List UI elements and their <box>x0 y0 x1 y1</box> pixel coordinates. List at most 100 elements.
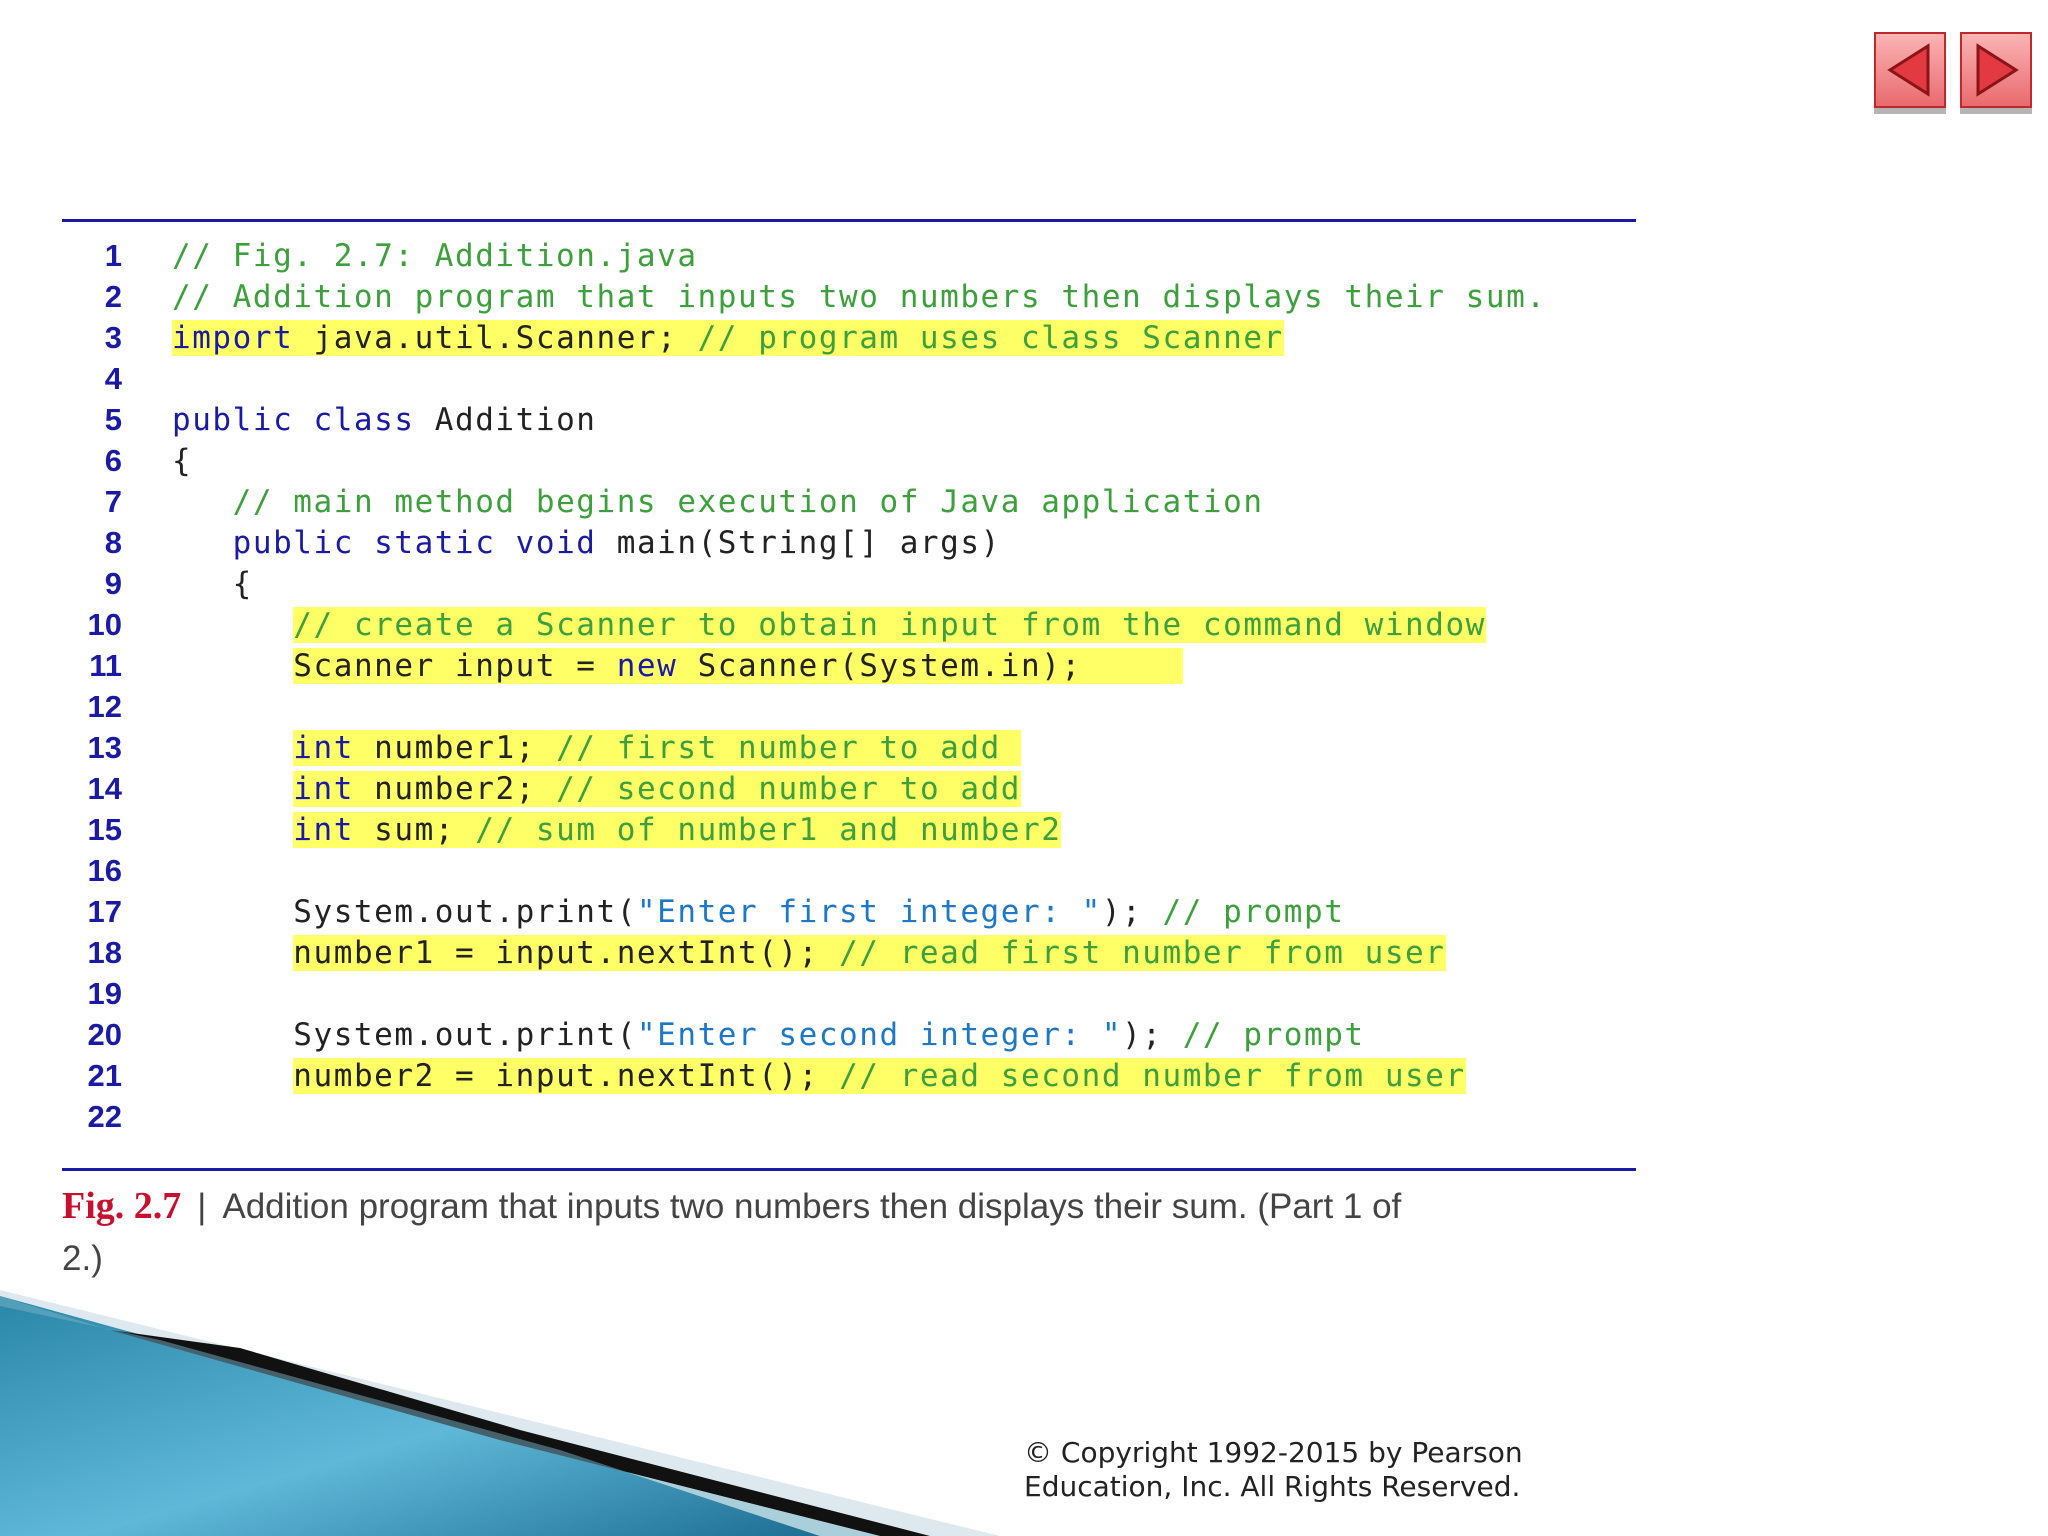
code-token: main(String[] args) <box>596 525 1001 561</box>
code-token: // read second number from user <box>839 1058 1466 1094</box>
code-line: 17 System.out.print("Enter first integer… <box>0 892 1640 933</box>
line-number: 7 <box>104 484 122 519</box>
line-number: 19 <box>87 976 122 1011</box>
code-bottom-rule <box>62 1168 1636 1171</box>
code-line: 11 Scanner input = new Scanner(System.in… <box>0 646 1640 687</box>
triangle-left-icon <box>1887 43 1930 97</box>
code-line: 15 int sum; // sum of number1 and number… <box>0 810 1640 851</box>
code-line: 4 <box>0 359 1640 400</box>
code-token: public static void <box>232 525 597 561</box>
code-token: System.out.print( <box>172 894 637 930</box>
code-token: Scanner input = <box>293 648 617 684</box>
code-listing: 1 // Fig. 2.7: Addition.java 2 // Addition … <box>0 236 1640 1138</box>
line-number: 9 <box>104 566 122 601</box>
code-line: 5 public class Addition <box>0 400 1640 441</box>
code-token: java.util.Scanner; <box>293 320 698 356</box>
copyright-notice: © Copyright 1992-2015 by Pearson Educati… <box>1024 1436 1544 1504</box>
code-token: { <box>172 443 193 479</box>
code-line: 22 <box>0 1097 1640 1138</box>
caption-text: Addition program that inputs two numbers… <box>62 1187 1402 1278</box>
line-number: 1 <box>104 238 122 273</box>
copyright-line-1: © Copyright 1992-2015 by Pearson <box>1024 1436 1523 1469</box>
code-token: number1 = input.nextInt(); <box>293 935 840 971</box>
code-line: 6{ <box>0 441 1640 482</box>
line-number: 2 <box>104 279 122 314</box>
copyright-line-2: Education, Inc. All Rights Reserved. <box>1024 1470 1521 1503</box>
code-line: 16 <box>0 851 1640 892</box>
code-token: // create a Scanner to obtain input from… <box>293 607 1486 643</box>
code-text: System.out.print("Enter second integer: … <box>172 1015 1365 1056</box>
code-token: ); <box>1101 894 1163 930</box>
line-number: 6 <box>104 443 122 478</box>
code-token: // program uses class Scanner <box>697 320 1284 356</box>
figure-caption: Fig. 2.7 | Addition program that inputs tw… <box>62 1180 1442 1285</box>
line-number: 20 <box>87 1017 122 1052</box>
code-text: // Fig. 2.7: Addition.java <box>172 236 698 277</box>
line-number: 11 <box>89 648 122 683</box>
code-token: number2 = input.nextInt(); <box>293 1058 840 1094</box>
code-token: // read first number from user <box>839 935 1446 971</box>
line-number: 10 <box>87 607 122 642</box>
code-line: 2 // Addition program that inputs two num… <box>0 277 1640 318</box>
code-token: number1; <box>353 730 557 766</box>
code-text: Scanner input = new Scanner(System.in); <box>172 646 1183 687</box>
code-token: sum; <box>353 812 476 848</box>
code-line: 21 number2 = input.nextInt(); // read se… <box>0 1056 1640 1097</box>
code-token: int <box>293 812 354 848</box>
line-number: 14 <box>87 771 122 806</box>
code-line: 1 // Fig. 2.7: Addition.java <box>0 236 1640 277</box>
code-text: number2 = input.nextInt(); // read secon… <box>172 1056 1466 1097</box>
code-line: 7 // main method begins execution of Jav… <box>0 482 1640 523</box>
line-number: 16 <box>87 853 122 888</box>
code-line: 14 int number2; // second number to add <box>0 769 1640 810</box>
code-text: int sum; // sum of number1 and number2 <box>172 810 1062 851</box>
line-number: 13 <box>87 730 122 765</box>
code-token: "Enter second integer: " <box>636 1017 1123 1053</box>
line-number: 8 <box>104 525 122 560</box>
caption-separator: | <box>197 1187 207 1226</box>
code-token: // Fig. 2.7: Addition.java <box>172 238 698 274</box>
code-token: import <box>172 320 294 356</box>
code-token: // Addition program that inputs two numb… <box>172 279 1547 315</box>
line-number: 17 <box>87 894 122 929</box>
next-slide-button[interactable] <box>1960 32 2032 108</box>
line-number: 5 <box>104 402 122 437</box>
code-token: public class <box>172 402 415 438</box>
code-text: public class Addition <box>172 400 597 441</box>
code-line: 18 number1 = input.nextInt(); // read fi… <box>0 933 1640 974</box>
code-line: 10 // create a Scanner to obtain input f… <box>0 605 1640 646</box>
line-number: 21 <box>87 1058 122 1093</box>
code-token: System.out.print( <box>172 1017 637 1053</box>
code-token: // first number to add <box>556 730 1022 766</box>
code-text: { <box>172 564 253 605</box>
code-token: number2; <box>353 771 557 807</box>
code-token: // prompt <box>1182 1017 1365 1053</box>
code-text: public static void main(String[] args) <box>172 523 1001 564</box>
code-token: // sum of number1 and number2 <box>475 812 1062 848</box>
line-number: 4 <box>104 361 122 396</box>
code-text: { <box>172 441 192 482</box>
code-token: new <box>616 648 678 684</box>
code-line: 9 { <box>0 564 1640 605</box>
code-text: import java.util.Scanner; // program use… <box>172 318 1284 359</box>
previous-slide-button[interactable] <box>1874 32 1946 108</box>
line-number: 3 <box>104 320 122 355</box>
code-line: 3 import java.util.Scanner; // program us… <box>0 318 1640 359</box>
code-line: 20 System.out.print("Enter second intege… <box>0 1015 1640 1056</box>
code-line: 19 <box>0 974 1640 1015</box>
code-token: { <box>172 566 253 602</box>
code-token: int <box>293 730 354 766</box>
code-line: 12 <box>0 687 1640 728</box>
code-token: // main method begins execution of Java … <box>232 484 1264 520</box>
code-text: int number1; // first number to add <box>172 728 1022 769</box>
line-number: 12 <box>87 689 122 724</box>
code-text: // Addition program that inputs two numb… <box>172 277 1547 318</box>
